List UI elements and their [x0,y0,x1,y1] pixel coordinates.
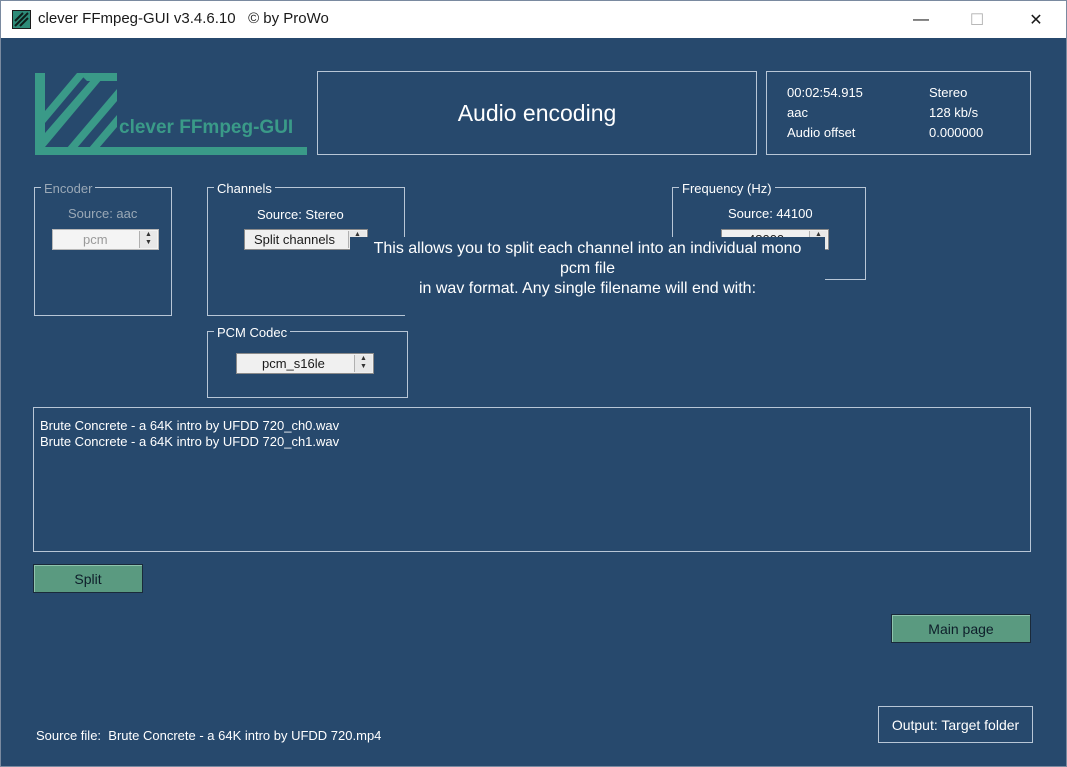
pcm-codec-spinner[interactable]: pcm_s16le ▲ ▼ [236,353,374,374]
tooltip-line: pcm file [559,260,616,277]
maximize-button[interactable]: ☐ [954,1,1000,38]
main-page-button[interactable]: Main page [891,614,1031,643]
channels-group-label: Channels [214,181,275,196]
pcm-codec-group-label: PCM Codec [214,325,291,340]
bitrate-value: 128 kb/s [929,105,979,120]
encoder-source-label: Source: aac [68,206,138,221]
split-button[interactable]: Split [33,564,143,593]
media-info-box: 00:02:54.915 Stereo aac 128 kb/s Audio o… [766,71,1031,155]
main-page-button-label: Main page [928,620,994,637]
output-target-folder-label: Output: Target folder [891,716,1020,733]
frequency-source-label: Source: 44100 [728,206,813,221]
spinner-arrows-icon[interactable]: ▲▼ [139,231,157,248]
maximize-icon: ☐ [969,11,985,29]
encoder-spinner[interactable]: pcm ▲ ▼ [52,229,159,250]
channels-value: Split channels [254,232,335,247]
split-channels-tooltip: This allows you to split each channel in… [350,237,825,315]
duration-value: 00:02:54.915 [787,85,863,100]
output-file-list[interactable]: Brute Concrete - a 64K intro by UFDD 720… [33,407,1031,552]
source-file-label: Source file: [36,728,102,743]
frequency-group-label: Frequency (Hz) [679,181,775,196]
audio-offset-value: 0.000000 [929,125,984,140]
title-bar[interactable]: clever FFmpeg-GUI v3.4.6.10 © by ProWo —… [1,1,1066,38]
minimize-icon: — [913,10,929,28]
spinner-arrows-icon[interactable]: ▲▼ [354,355,372,372]
window-title: clever FFmpeg-GUI v3.4.6.10 © by ProWo [38,10,329,27]
encoder-group-label: Encoder [41,181,96,196]
source-file-value: Brute Concrete - a 64K intro by UFDD 720… [108,728,382,743]
output-target-folder-button[interactable]: Output: Target folder [878,706,1033,743]
minimize-button[interactable]: — [898,1,944,38]
tooltip-line: in wav format. Any single filename will … [418,280,757,297]
ffmpeg-logo-icon [35,73,307,155]
audio-offset-label: Audio offset [787,125,856,140]
page-title-box: Audio encoding [317,71,757,155]
list-item: Brute Concrete - a 64K intro by UFDD 720… [40,418,340,433]
ffmpeg-app-icon[interactable] [12,10,31,29]
pcm-codec-value: pcm_s16le [262,356,325,371]
page-title: Audio encoding [457,99,617,126]
close-icon: ✕ [1029,11,1043,29]
list-item: Brute Concrete - a 64K intro by UFDD 720… [40,434,340,449]
split-button-label: Split [74,570,102,587]
close-button[interactable]: ✕ [1013,1,1059,38]
encoder-value: pcm [83,232,108,247]
channels-source-label: Source: Stereo [257,207,344,222]
channels-value: Stereo [929,85,968,100]
tooltip-line: This allows you to split each channel in… [373,240,802,257]
logo-text: clever FFmpeg-GUI [119,117,294,138]
main-window: clever FFmpeg-GUI v3.4.6.10 © by ProWo —… [0,0,1067,767]
codec-value: aac [787,105,808,120]
source-file-info: Source file: Brute Concrete - a 64K intr… [36,728,381,743]
